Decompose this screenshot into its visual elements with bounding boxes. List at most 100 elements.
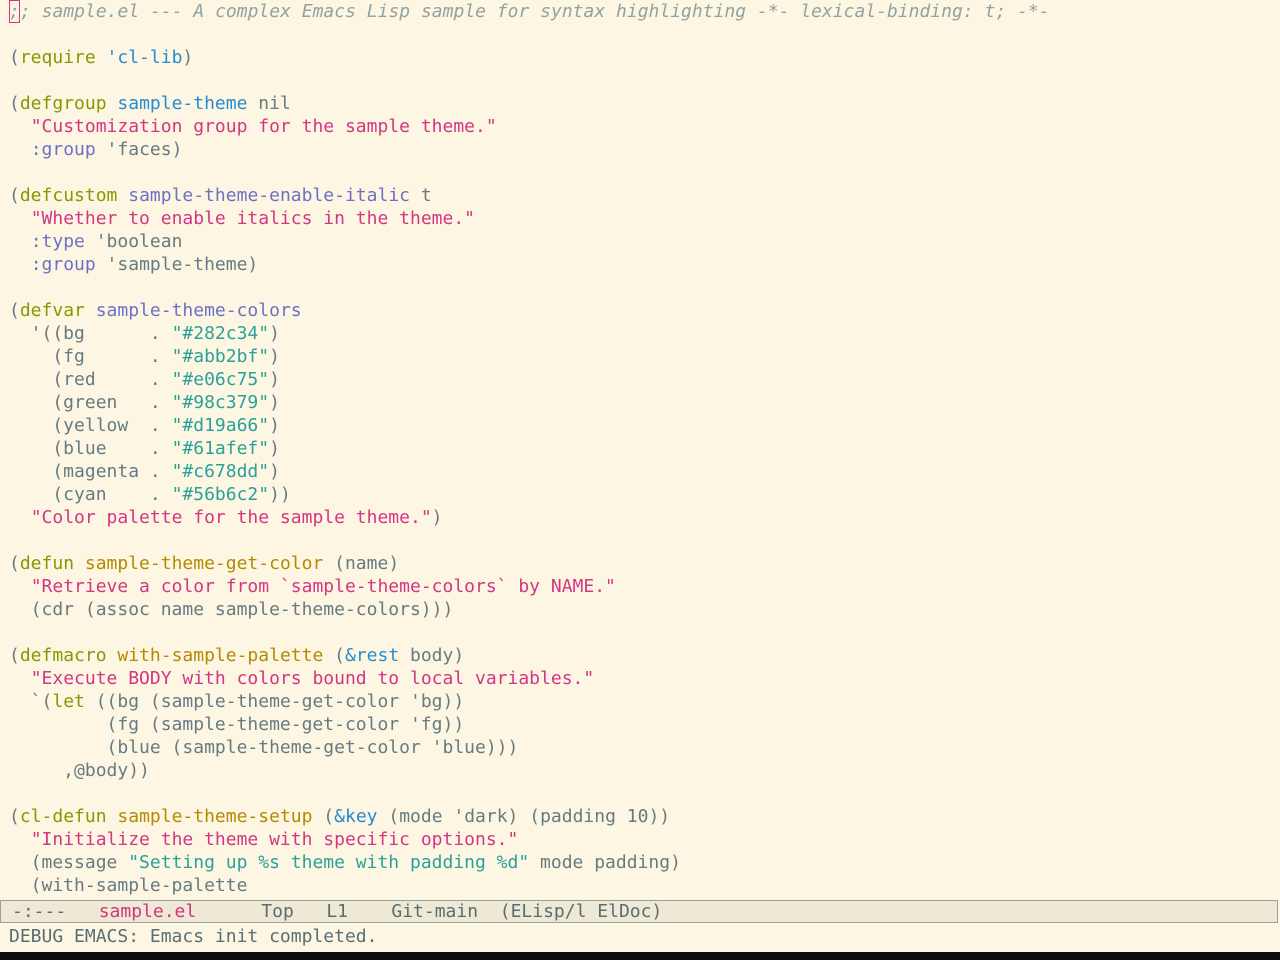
code-line[interactable]: "Initialize the theme with specific opti… — [9, 828, 1050, 851]
code-token: ( — [9, 47, 20, 68]
code-token: `( — [9, 691, 53, 712]
emacs-frame: ;; sample.el --- A complex Emacs Lisp sa… — [0, 0, 1280, 952]
code-token: '((bg . — [9, 323, 172, 344]
code-token: &key — [334, 806, 378, 827]
code-token: nil — [247, 93, 291, 114]
code-token: "Initialize the theme with specific opti… — [30, 829, 519, 850]
code-token: ) — [182, 47, 194, 68]
code-token: "#98c379" — [171, 392, 270, 413]
code-token: defvar — [19, 300, 85, 321]
code-line[interactable] — [9, 529, 1050, 552]
code-token: "Whether to enable italics in the theme.… — [30, 208, 476, 229]
code-token: ; sample.el --- A complex Emacs Lisp sam… — [20, 1, 1050, 22]
code-token: t — [410, 185, 432, 206]
code-line[interactable]: (cyan . "#56b6c2")) — [9, 483, 1050, 506]
code-line[interactable] — [9, 23, 1050, 46]
code-line[interactable]: (require 'cl-lib) — [9, 46, 1050, 69]
text-cursor: ; — [9, 0, 20, 23]
code-line[interactable] — [9, 782, 1050, 805]
code-line[interactable]: ;; sample.el --- A complex Emacs Lisp sa… — [9, 0, 1050, 23]
code-line[interactable]: (yellow . "#d19a66") — [9, 414, 1050, 437]
code-token: "Customization group for the sample them… — [30, 116, 497, 137]
code-line[interactable]: :group 'faces) — [9, 138, 1050, 161]
code-line[interactable]: (blue . "#61afef") — [9, 437, 1050, 460]
code-token: "#e06c75" — [171, 369, 270, 390]
code-token: ,@body)) — [9, 760, 150, 781]
code-line[interactable]: (defvar sample-theme-colors — [9, 299, 1050, 322]
code-token: require — [19, 47, 96, 68]
code-token: )) — [269, 484, 291, 505]
code-token: (yellow . — [9, 415, 172, 436]
code-line[interactable]: (message "Setting up %s theme with paddi… — [9, 851, 1050, 874]
code-line[interactable] — [9, 276, 1050, 299]
code-token: "#abb2bf" — [171, 346, 270, 367]
code-line[interactable]: (green . "#98c379") — [9, 391, 1050, 414]
code-token: ( — [9, 645, 20, 666]
code-token: ) — [431, 507, 443, 528]
code-token: "#282c34" — [171, 323, 270, 344]
editor-buffer[interactable]: ;; sample.el --- A complex Emacs Lisp sa… — [0, 0, 1280, 900]
code-line[interactable]: (red . "#e06c75") — [9, 368, 1050, 391]
code-line[interactable]: (with-sample-palette — [9, 874, 1050, 897]
code-line[interactable]: "Retrieve a color from `sample-theme-col… — [9, 575, 1050, 598]
code-token: ((bg (sample-theme-get-color 'bg)) — [84, 691, 465, 712]
code-line[interactable]: :type 'boolean — [9, 230, 1050, 253]
modeline-major-mode[interactable]: (ELisp/l ElDoc) — [500, 901, 663, 922]
code-line[interactable]: "Color palette for the sample theme.") — [9, 506, 1050, 529]
code-token: (name) — [323, 553, 400, 574]
code-line[interactable]: (defun sample-theme-get-color (name) — [9, 552, 1050, 575]
code-token: ( — [312, 806, 335, 827]
code-line[interactable] — [9, 621, 1050, 644]
code-line[interactable]: :group 'sample-theme) — [9, 253, 1050, 276]
code-line[interactable]: (magenta . "#c678dd") — [9, 460, 1050, 483]
modeline-position: Top — [261, 901, 294, 922]
code-line[interactable]: "Execute BODY with colors bound to local… — [9, 667, 1050, 690]
code-token: (fg (sample-theme-get-color 'fg)) — [9, 714, 465, 735]
code-line[interactable]: ,@body)) — [9, 759, 1050, 782]
code-token: "Execute BODY with colors bound to local… — [30, 668, 595, 689]
code-line[interactable]: (defcustom sample-theme-enable-italic t — [9, 184, 1050, 207]
code-line[interactable] — [9, 69, 1050, 92]
code-line[interactable]: "Customization group for the sample them… — [9, 115, 1050, 138]
code-token: 'boolean — [84, 231, 183, 252]
code-line[interactable]: (fg . "#abb2bf") — [9, 345, 1050, 368]
code-line[interactable]: (defmacro with-sample-palette (&rest bod… — [9, 644, 1050, 667]
code-token: (message — [9, 852, 129, 873]
code-line[interactable]: (cdr (assoc name sample-theme-colors))) — [9, 598, 1050, 621]
code-token: ( — [9, 185, 20, 206]
code-line[interactable]: '((bg . "#282c34") — [9, 322, 1050, 345]
code-token: :group — [30, 139, 96, 160]
code-token: "Color palette for the sample theme." — [30, 507, 432, 528]
code-line[interactable]: (fg (sample-theme-get-color 'fg)) — [9, 713, 1050, 736]
code-line[interactable]: (defgroup sample-theme nil — [9, 92, 1050, 115]
code-token: ( — [323, 645, 345, 666]
code-line[interactable]: "Whether to enable italics in the theme.… — [9, 207, 1050, 230]
echo-area: DEBUG EMACS: Emacs init completed. — [9, 926, 378, 947]
code-token: (cdr (assoc name sample-theme-colors))) — [9, 599, 454, 620]
modeline-status: -:--- — [12, 901, 67, 922]
code-line[interactable]: (cl-defun sample-theme-setup (&key (mode… — [9, 805, 1050, 828]
code-token: defun — [19, 553, 75, 574]
modeline-vc-branch[interactable]: Git-main — [391, 901, 478, 922]
code-token: (with-sample-palette — [9, 875, 248, 896]
code-line[interactable] — [9, 161, 1050, 184]
code-token: sample-theme — [117, 93, 248, 114]
code-token: ) — [269, 369, 280, 390]
code-line[interactable]: (blue (sample-theme-get-color 'blue))) — [9, 736, 1050, 759]
code-area[interactable]: ;; sample.el --- A complex Emacs Lisp sa… — [9, 0, 1050, 897]
code-token: ( — [9, 93, 20, 114]
modeline-buffer-name[interactable]: sample.el — [99, 901, 197, 922]
code-token: "Retrieve a color from `sample-theme-col… — [30, 576, 616, 597]
code-line[interactable]: `(let ((bg (sample-theme-get-color 'bg)) — [9, 690, 1050, 713]
